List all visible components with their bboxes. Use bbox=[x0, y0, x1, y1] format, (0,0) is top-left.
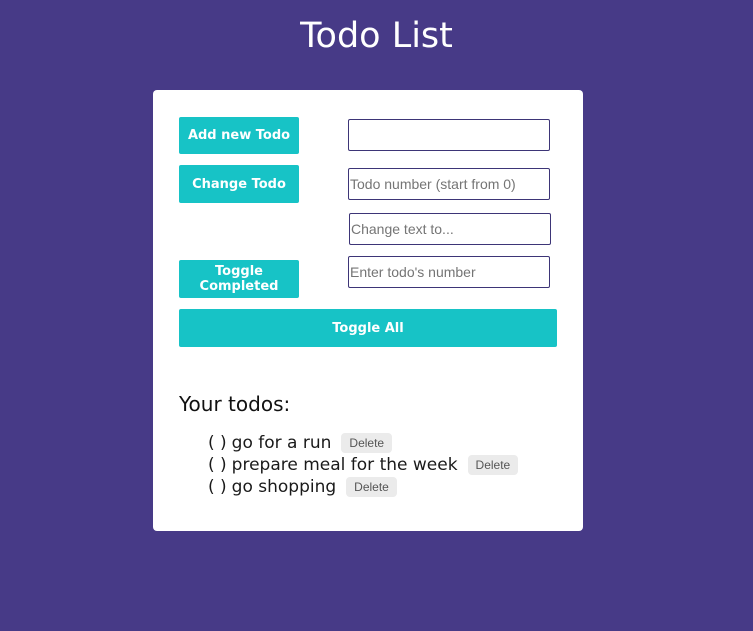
change-todo-button[interactable]: Change Todo bbox=[179, 165, 299, 203]
delete-todo-button[interactable]: Delete bbox=[467, 455, 519, 475]
todo-card: Add new Todo Change Todo Toggle Complete… bbox=[153, 90, 583, 531]
todo-item: ( ) go for a run Delete bbox=[208, 432, 518, 454]
toggle-todo-number-input[interactable] bbox=[348, 256, 550, 288]
change-todo-text-input[interactable] bbox=[349, 213, 551, 245]
todo-status: ( ) bbox=[208, 477, 227, 497]
todo-status: ( ) bbox=[208, 433, 227, 453]
add-todo-button[interactable]: Add new Todo bbox=[179, 117, 299, 154]
toggle-completed-button[interactable]: Toggle Completed bbox=[179, 260, 299, 298]
todo-status: ( ) bbox=[208, 455, 227, 475]
toggle-all-button[interactable]: Toggle All bbox=[179, 309, 557, 347]
todo-text: go shopping bbox=[231, 477, 337, 497]
delete-todo-button[interactable]: Delete bbox=[341, 433, 393, 453]
todos-heading: Your todos: bbox=[179, 392, 291, 416]
new-todo-input[interactable] bbox=[348, 119, 550, 151]
todo-text: go for a run bbox=[231, 433, 332, 453]
todo-item: ( ) go shopping Delete bbox=[208, 476, 518, 498]
delete-todo-button[interactable]: Delete bbox=[346, 477, 397, 497]
todo-list: ( ) go for a run Delete ( ) prepare meal… bbox=[208, 432, 519, 498]
todo-item: ( ) prepare meal for the week Delete bbox=[208, 454, 519, 476]
page-title: Todo List bbox=[300, 16, 453, 56]
todo-text: prepare meal for the week bbox=[231, 455, 458, 475]
change-todo-number-input[interactable] bbox=[348, 168, 550, 200]
